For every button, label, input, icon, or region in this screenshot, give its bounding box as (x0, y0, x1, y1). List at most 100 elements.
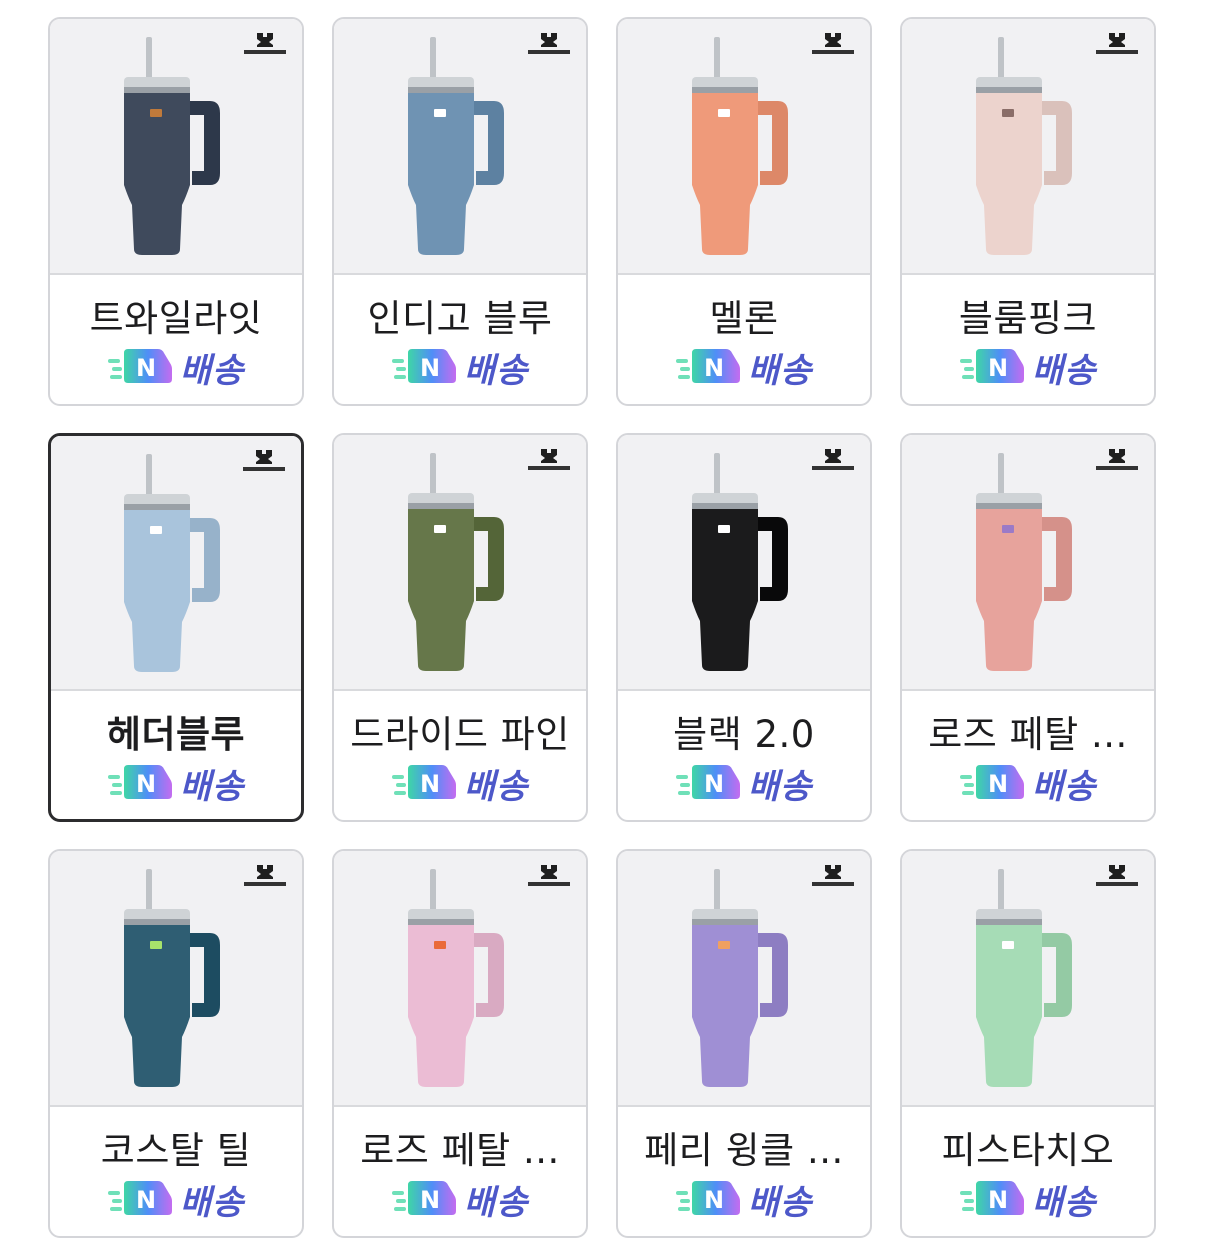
delivery-label: 배송 (179, 766, 245, 807)
n-delivery-icon: N (107, 1181, 172, 1215)
stanley-logo-icon (244, 865, 286, 886)
svg-text:N: N (420, 354, 440, 382)
n-delivery-badge: N 배송 (334, 1175, 586, 1223)
product-option-card[interactable]: 로즈 페탈 ... N 배송 (900, 433, 1156, 822)
product-option-card[interactable]: 인디고 블루 N 배송 (332, 17, 588, 406)
delivery-label: 배송 (179, 350, 245, 391)
product-option-card[interactable]: 페리 윙클 ... N 배송 (616, 849, 872, 1238)
n-delivery-icon: N (959, 349, 1024, 383)
stanley-logo-icon (812, 449, 854, 470)
delivery-label: 배송 (179, 1182, 245, 1223)
stanley-logo-icon (1096, 865, 1138, 886)
tumbler-icon (124, 37, 220, 255)
svg-text:N: N (136, 770, 156, 798)
product-option-card[interactable]: 블룸핑크 N 배송 (900, 17, 1156, 406)
tumbler-icon (976, 869, 1072, 1087)
svg-text:N: N (704, 770, 724, 798)
tumbler-icon (692, 37, 788, 255)
tumbler-icon (692, 453, 788, 671)
product-thumbnail (902, 19, 1154, 275)
delivery-label: 배송 (1031, 766, 1097, 807)
product-option-card[interactable]: 멜론 N 배송 (616, 17, 872, 406)
product-thumbnail (902, 851, 1154, 1107)
product-thumbnail (334, 851, 586, 1107)
tumbler-icon (124, 454, 220, 672)
stanley-logo-icon (1096, 449, 1138, 470)
product-option-card[interactable]: 로즈 페탈 ... N 배송 (332, 849, 588, 1238)
n-delivery-badge: N 배송 (50, 1175, 302, 1223)
svg-text:N: N (704, 354, 724, 382)
n-delivery-icon: N (959, 765, 1024, 799)
n-delivery-badge: N 배송 (618, 759, 870, 807)
product-thumbnail (618, 19, 870, 275)
svg-text:N: N (988, 354, 1008, 382)
tumbler-icon (692, 869, 788, 1087)
delivery-label: 배송 (463, 766, 529, 807)
n-delivery-badge: N 배송 (618, 343, 870, 391)
tumbler-icon (408, 869, 504, 1087)
n-delivery-icon: N (675, 1181, 740, 1215)
svg-text:N: N (136, 354, 156, 382)
n-delivery-badge: N 배송 (50, 343, 302, 391)
stanley-logo-icon (528, 449, 570, 470)
product-thumbnail (334, 19, 586, 275)
product-option-card[interactable]: 헤더블루 N 배송 (48, 433, 304, 822)
product-option-name: 멜론 (709, 297, 779, 340)
tumbler-icon (124, 869, 220, 1087)
svg-text:N: N (988, 770, 1008, 798)
delivery-label: 배송 (463, 350, 529, 391)
tumbler-icon (976, 453, 1072, 671)
delivery-label: 배송 (463, 1182, 529, 1223)
n-delivery-badge: N 배송 (902, 343, 1154, 391)
delivery-label: 배송 (1031, 1182, 1097, 1223)
product-thumbnail (618, 435, 870, 691)
product-option-name: 로즈 페탈 ... (928, 713, 1128, 756)
product-option-card[interactable]: 코스탈 틸 N 배송 (48, 849, 304, 1238)
stanley-logo-icon (528, 865, 570, 886)
n-delivery-icon: N (391, 765, 456, 799)
product-option-name: 로즈 페탈 ... (360, 1129, 560, 1172)
svg-text:N: N (988, 1186, 1008, 1214)
stanley-logo-icon (244, 33, 286, 54)
product-option-card[interactable]: 트와일라잇 N 배송 (48, 17, 304, 406)
stanley-logo-icon (812, 33, 854, 54)
product-option-name: 피스타치오 (941, 1129, 1115, 1172)
tumbler-icon (976, 37, 1072, 255)
product-thumbnail (334, 435, 586, 691)
tumbler-icon (408, 453, 504, 671)
product-thumbnail (50, 19, 302, 275)
product-thumbnail (50, 851, 302, 1107)
product-option-card[interactable]: 피스타치오 N 배송 (900, 849, 1156, 1238)
stanley-logo-icon (528, 33, 570, 54)
stanley-logo-icon (243, 450, 285, 471)
product-option-name: 코스탈 틸 (100, 1129, 252, 1172)
n-delivery-badge: N 배송 (902, 1175, 1154, 1223)
svg-text:N: N (704, 1186, 724, 1214)
product-thumbnail (902, 435, 1154, 691)
product-thumbnail (51, 436, 301, 691)
delivery-label: 배송 (747, 766, 813, 807)
stanley-logo-icon (1096, 33, 1138, 54)
n-delivery-icon: N (107, 349, 172, 383)
n-delivery-badge: N 배송 (334, 759, 586, 807)
product-option-card[interactable]: 드라이드 파인 N 배송 (332, 433, 588, 822)
svg-text:N: N (136, 1186, 156, 1214)
product-thumbnail (618, 851, 870, 1107)
delivery-label: 배송 (747, 1182, 813, 1223)
product-option-name: 페리 윙클 ... (644, 1129, 844, 1172)
n-delivery-icon: N (391, 1181, 456, 1215)
n-delivery-icon: N (959, 1181, 1024, 1215)
product-option-name: 드라이드 파인 (350, 713, 570, 756)
product-option-grid: 트와일라잇 N 배송 인디고 블루 N 배송 멜론 N 배송 블룸핑크 N 배송… (48, 17, 1156, 1238)
n-delivery-badge: N 배송 (334, 343, 586, 391)
product-option-name: 블랙 2.0 (673, 713, 815, 756)
n-delivery-badge: N 배송 (902, 759, 1154, 807)
n-delivery-icon: N (391, 349, 456, 383)
n-delivery-badge: N 배송 (51, 759, 301, 807)
n-delivery-icon: N (107, 765, 172, 799)
delivery-label: 배송 (747, 350, 813, 391)
product-option-name: 헤더블루 (106, 713, 246, 756)
product-option-name: 블룸핑크 (958, 297, 1098, 340)
product-option-card[interactable]: 블랙 2.0 N 배송 (616, 433, 872, 822)
n-delivery-badge: N 배송 (618, 1175, 870, 1223)
